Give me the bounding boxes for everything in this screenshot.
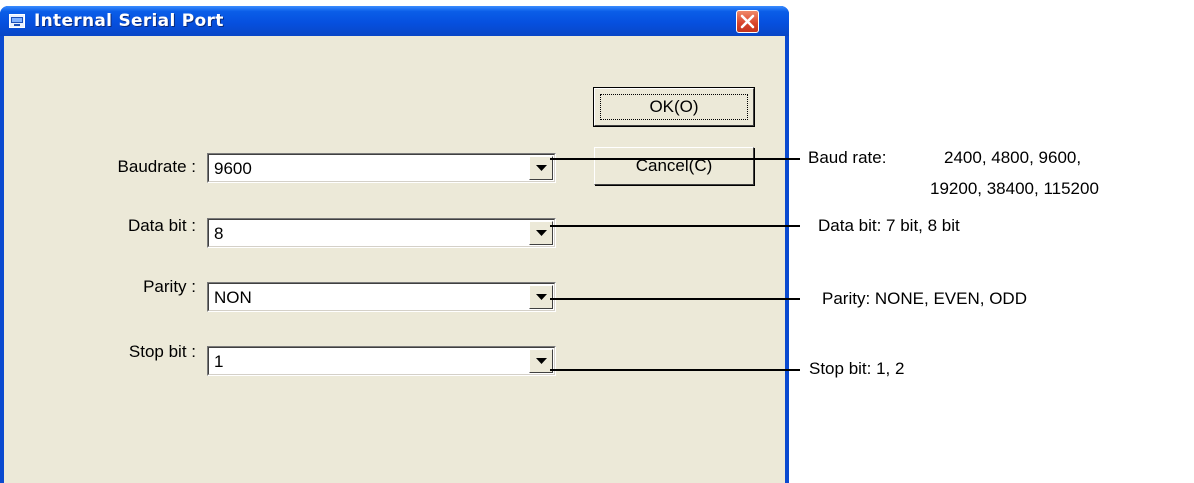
cancel-button-label: Cancel(C) (635, 156, 713, 175)
ok-button-label: OK(O) (600, 94, 748, 120)
title-bar[interactable]: Internal Serial Port (0, 6, 789, 36)
baudrate-callout-line (550, 158, 800, 160)
baud-rate-note-line1: 2400, 4800, 9600, (944, 148, 1082, 167)
data-bit-note: Data bit: 7 bit, 8 bit (818, 216, 960, 235)
parity-note: Parity: NONE, EVEN, ODD (822, 289, 1027, 308)
chevron-down-icon (536, 358, 547, 364)
serial-port-icon (9, 14, 25, 28)
dialog-window: Internal Serial Port OK(O) Cancel(C) Bau… (0, 6, 789, 483)
cancel-button[interactable]: Cancel(C) (594, 147, 754, 185)
stop-bit-combobox[interactable]: 1 (207, 346, 556, 376)
stop-bit-label: Stop bit : (128, 342, 196, 361)
data-bit-combobox[interactable]: 8 (207, 218, 556, 248)
parity-dropdown-button[interactable] (529, 285, 553, 309)
ok-button[interactable]: OK(O) (593, 87, 755, 127)
data-bit-value: 8 (214, 224, 224, 243)
parity-combobox[interactable]: NON (207, 282, 556, 312)
parity-value: NON (214, 288, 252, 307)
chevron-down-icon (536, 165, 547, 171)
stop-bit-note: Stop bit: 1, 2 (809, 359, 905, 378)
baud-rate-note-title: Baud rate: (808, 148, 887, 167)
stop-bit-callout-line (550, 369, 800, 371)
data-bit-callout-line (550, 225, 800, 227)
window-title: Internal Serial Port (34, 11, 224, 31)
parity-callout-line (550, 298, 800, 300)
parity-label: Parity : (143, 277, 196, 296)
baudrate-combobox[interactable]: 9600 (207, 153, 556, 183)
baudrate-value: 9600 (214, 159, 252, 178)
baudrate-label: Baudrate : (117, 157, 196, 176)
baud-rate-note-line2: 19200, 38400, 115200 (930, 179, 1099, 198)
stop-bit-value: 1 (214, 352, 224, 371)
data-bit-label: Data bit : (127, 216, 196, 235)
close-icon (740, 14, 755, 29)
close-button[interactable] (736, 10, 759, 33)
chevron-down-icon (536, 230, 547, 236)
chevron-down-icon (536, 294, 547, 300)
dialog-client-area: OK(O) Cancel(C) Baudrate : 9600 Data bit… (4, 36, 785, 483)
